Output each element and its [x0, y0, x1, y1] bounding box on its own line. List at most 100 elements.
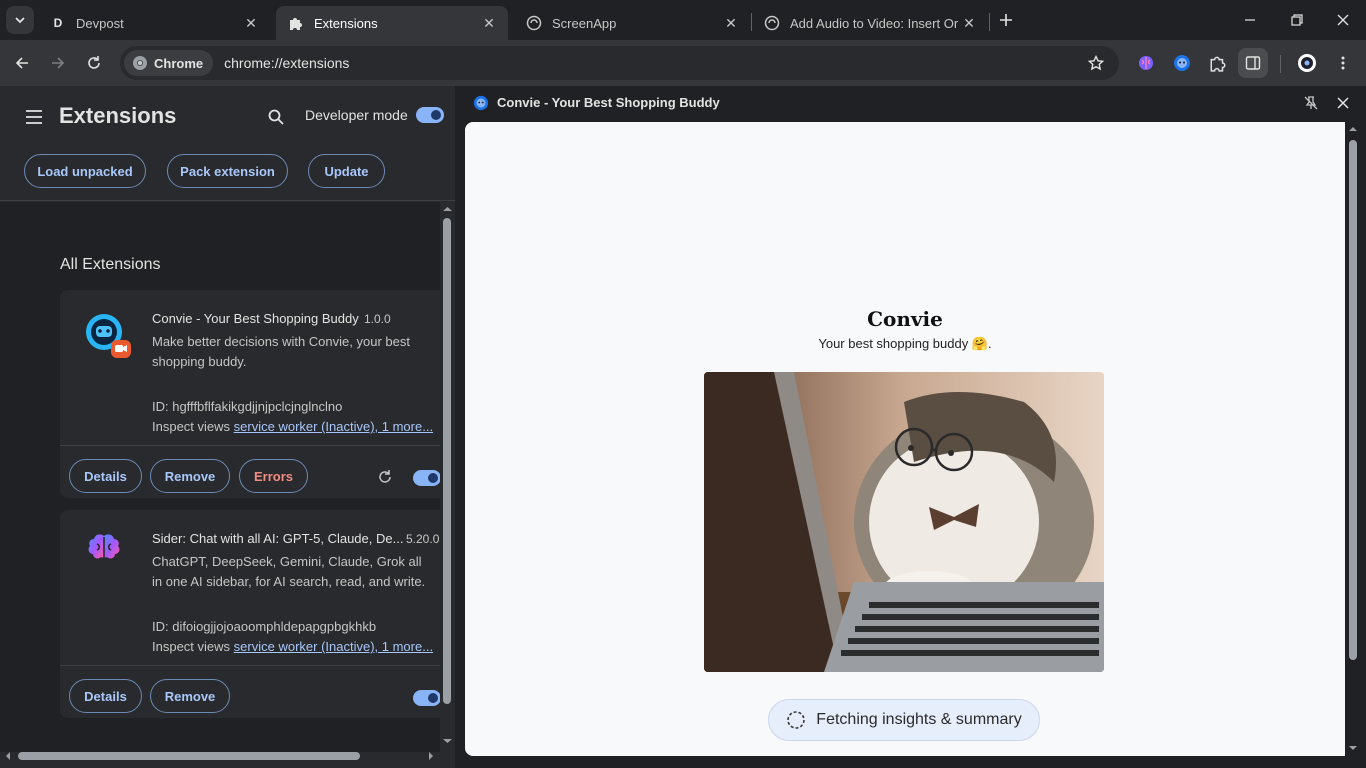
side-panel-button[interactable] [1238, 48, 1268, 78]
side-panel-title: Convie - Your Best Shopping Buddy [497, 95, 720, 110]
close-tab-icon[interactable]: ✕ [960, 14, 978, 32]
puzzle-piece-icon [1210, 56, 1226, 72]
vertical-scrollbar[interactable] [440, 202, 455, 748]
tab-screenapp[interactable]: ScreenApp ✕ [514, 6, 750, 40]
extension-enable-toggle[interactable] [413, 470, 440, 486]
more-vertical-icon [1341, 56, 1345, 70]
bookmark-button[interactable] [1081, 48, 1111, 78]
developer-mode-label: Developer mode [305, 107, 408, 123]
star-icon [1088, 55, 1104, 71]
remove-button[interactable]: Remove [150, 679, 230, 713]
inspect-views-label: Inspect views [152, 639, 231, 654]
close-tab-icon[interactable]: ✕ [242, 14, 260, 32]
sider-extension-button[interactable] [1131, 48, 1161, 78]
restore-button[interactable] [1281, 6, 1313, 34]
tab-title: Extensions [314, 15, 378, 31]
close-side-panel-button[interactable] [1333, 93, 1353, 113]
tab-strip: D Devpost ✕ Extensions ✕ ScreenApp ✕ Add… [0, 0, 1366, 40]
restore-icon [1291, 14, 1303, 26]
extensions-list: All Extensions Convie - Your Best Shoppi… [0, 202, 440, 752]
details-button[interactable]: Details [69, 679, 142, 713]
minimize-button[interactable] [1234, 6, 1266, 34]
arrow-left-icon [15, 57, 28, 69]
chip-label: Chrome [154, 55, 204, 71]
loading-spinner-icon [787, 711, 806, 729]
extension-version: 5.20.0 [406, 532, 440, 546]
close-icon [1337, 97, 1349, 109]
screenapp-favicon-icon [764, 15, 780, 31]
main-menu-button[interactable] [22, 105, 46, 129]
address-bar[interactable]: Chrome chrome://extensions [120, 46, 1119, 80]
details-button[interactable]: Details [69, 459, 142, 493]
side-panel: Convie - Your Best Shopping Buddy Convie… [456, 86, 1366, 768]
chrome-menu-button[interactable] [1328, 48, 1358, 78]
unpin-button[interactable] [1301, 93, 1321, 113]
devpost-favicon-icon: D [53, 16, 63, 30]
side-panel-scrollbar[interactable] [1344, 122, 1362, 758]
convie-logo-icon [84, 312, 132, 360]
extension-id: ID: difoiogjjojoaoomphldepapgpbgkhkb [152, 619, 377, 634]
update-button[interactable]: Update [308, 154, 385, 188]
profile-button[interactable] [1292, 48, 1322, 78]
reload-button[interactable] [79, 48, 109, 78]
card-divider [60, 665, 440, 666]
tab-search-button[interactable] [6, 6, 34, 34]
inspect-views: Inspect views service worker (Inactive),… [152, 419, 433, 434]
reload-icon [379, 470, 391, 483]
unpin-icon [1304, 96, 1318, 110]
extension-enable-toggle[interactable] [413, 690, 440, 706]
load-unpacked-button[interactable]: Load unpacked [24, 154, 146, 188]
convie-tagline: Your best shopping buddy 🤗. [818, 336, 992, 351]
errors-button[interactable]: Errors [239, 459, 308, 493]
close-window-button[interactable] [1327, 6, 1359, 34]
extensions-page: Extensions Developer mode Load unpacked … [0, 86, 455, 768]
extension-id: ID: hgfffbflfakikgdjjnjpclcjnglnclno [152, 399, 343, 414]
page-title: Extensions [59, 103, 177, 128]
extension-description: Make better decisions with Convie, your … [152, 334, 410, 369]
chrome-logo-icon [133, 56, 147, 70]
forward-button[interactable] [43, 48, 73, 78]
side-panel-icon [1245, 56, 1261, 70]
horizontal-scrollbar[interactable] [0, 748, 440, 764]
close-tab-icon[interactable]: ✕ [722, 14, 740, 32]
developer-mode-toggle[interactable] [416, 107, 444, 123]
cat-with-glasses-image [704, 372, 1104, 672]
reload-icon [88, 56, 100, 69]
new-tab-button[interactable] [994, 8, 1018, 32]
reload-extension-button[interactable] [374, 466, 396, 488]
close-tab-icon[interactable]: ✕ [480, 14, 498, 32]
convie-extension-button[interactable] [1167, 48, 1197, 78]
arrow-right-icon [52, 57, 65, 69]
fetch-insights-button[interactable]: Fetching insights & summary [768, 699, 1040, 741]
scrollbar-thumb[interactable] [443, 218, 451, 704]
scroll-up-arrow-icon [1349, 127, 1357, 131]
convie-heading: Convie [867, 307, 943, 331]
fetch-insights-label: Fetching insights & summary [816, 711, 1022, 728]
tab-title: Devpost [76, 15, 124, 31]
remove-button[interactable]: Remove [150, 459, 230, 493]
side-panel-header: Convie - Your Best Shopping Buddy [456, 86, 1366, 122]
site-info-chip[interactable]: Chrome [124, 50, 214, 76]
tab-extensions[interactable]: Extensions ✕ [276, 6, 508, 40]
inspect-views: Inspect views service worker (Inactive),… [152, 639, 433, 654]
card-divider [60, 445, 440, 446]
scrollbar-thumb[interactable] [1349, 140, 1357, 660]
scroll-down-arrow-icon [443, 739, 452, 743]
sider-brain-icon [86, 532, 122, 568]
scroll-up-arrow-icon [443, 207, 452, 211]
scrollbar-thumb[interactable] [18, 752, 360, 760]
extensions-menu-button[interactable] [1203, 48, 1233, 78]
tab-devpost[interactable]: D Devpost ✕ [38, 6, 270, 40]
minimize-icon [1245, 19, 1255, 21]
pack-extension-button[interactable]: Pack extension [167, 154, 288, 188]
service-worker-link[interactable]: service worker (Inactive), 1 more... [234, 639, 433, 654]
scroll-left-arrow-icon [6, 752, 10, 760]
tab-add-audio[interactable]: Add Audio to Video: Insert Or R ✕ [752, 6, 988, 40]
section-title: All Extensions [60, 256, 161, 273]
extension-description: ChatGPT, DeepSeek, Gemini, Claude, Grok … [152, 554, 426, 589]
avatar [1298, 54, 1316, 72]
back-button[interactable] [7, 48, 37, 78]
service-worker-link[interactable]: service worker (Inactive), 1 more... [234, 419, 433, 434]
search-button[interactable] [264, 105, 288, 129]
extension-name: Sider: Chat with all AI: GPT-5, Claude, … [152, 531, 404, 546]
